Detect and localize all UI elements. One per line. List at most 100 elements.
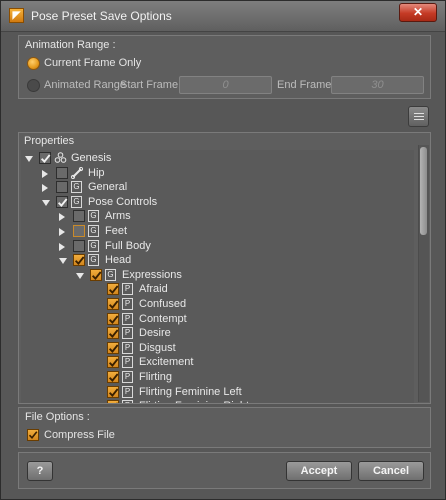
tree-label: Disgust [139, 341, 176, 354]
help-button[interactable]: ? [27, 461, 53, 481]
end-frame-label: End Frame : [277, 79, 338, 91]
tree-row[interactable]: G Expressions [21, 268, 414, 283]
tree-checkbox[interactable] [39, 152, 51, 164]
property-icon: P [122, 385, 133, 398]
tree-label: Pose Controls [88, 195, 158, 208]
cancel-button[interactable]: Cancel [358, 461, 424, 481]
collapse-arrow-icon[interactable] [42, 169, 48, 178]
collapse-arrow-icon[interactable] [59, 228, 65, 236]
tree-checkbox[interactable] [56, 166, 68, 179]
tree-row[interactable]: G Head [21, 254, 414, 268]
help-icon: ? [36, 465, 44, 477]
compress-file-label: Compress File [44, 429, 115, 441]
tree-checkbox[interactable] [73, 225, 85, 237]
current-frame-label: Current Frame Only [44, 57, 142, 69]
tree-row[interactable]: P Flirting Feminine Left [21, 385, 414, 400]
property-icon: P [122, 283, 133, 296]
tree-checkbox[interactable] [73, 210, 85, 223]
options-menu-button[interactable] [408, 106, 429, 127]
tree-row[interactable]: G Pose Controls [21, 195, 414, 210]
tree-label: Feet [105, 225, 128, 237]
tree-row[interactable]: P Flirting Feminine Right [21, 400, 414, 403]
tree-label: Flirting [139, 371, 173, 383]
tree-label: Contempt [139, 312, 187, 325]
tree-checkbox[interactable] [107, 312, 119, 325]
animated-range-label: Animated Range [44, 79, 126, 91]
tree-row[interactable]: P Confused [21, 298, 414, 312]
bone-icon [70, 166, 84, 179]
property-icon: P [122, 371, 133, 383]
close-icon: ✕ [412, 5, 424, 19]
tree-checkbox[interactable] [107, 298, 119, 310]
tree-row[interactable]: P Flirting [21, 371, 414, 385]
tree-label: Genesis [71, 152, 112, 164]
file-options-group: File Options : Compress File [18, 407, 431, 448]
tree-label: Desire [139, 327, 171, 340]
tree-row[interactable]: G General [21, 181, 414, 195]
tree-checkbox[interactable] [107, 327, 119, 340]
tree-checkbox[interactable] [107, 356, 119, 369]
group-icon: G [88, 210, 99, 223]
tree-checkbox[interactable] [107, 385, 119, 398]
accept-button[interactable]: Accept [286, 461, 352, 481]
tree-label: Full Body [105, 239, 151, 252]
collapse-arrow-icon[interactable] [42, 184, 48, 193]
expand-arrow-icon[interactable] [76, 272, 84, 279]
expand-arrow-icon[interactable] [25, 156, 33, 162]
tree-label: Excitement [139, 356, 194, 369]
tree-checkbox[interactable] [56, 181, 68, 194]
tree-label: Hip [88, 166, 105, 179]
tree-checkbox[interactable] [107, 283, 119, 296]
expand-arrow-icon[interactable] [59, 258, 67, 265]
tree-label: Head [105, 254, 132, 267]
tree-row[interactable]: Hip [21, 166, 414, 181]
property-icon: P [122, 298, 133, 310]
compress-file-checkbox[interactable] [27, 429, 39, 441]
tree-checkbox[interactable] [56, 195, 68, 208]
tree-row[interactable]: G Feet [21, 225, 414, 239]
tree-label: General [88, 181, 128, 194]
tree-row[interactable]: G Arms [21, 210, 414, 224]
close-button[interactable]: ✕ [399, 3, 437, 22]
group-icon: G [71, 181, 82, 194]
start-frame-label: Start Frame : [120, 79, 185, 91]
tree-label: Confused [139, 298, 187, 310]
dialog-window: ◤ Pose Preset Save Options ✕ Animation R… [0, 0, 446, 500]
tree-row[interactable]: Genesis [21, 152, 414, 166]
property-icon: P [122, 341, 133, 354]
collapse-arrow-icon[interactable] [59, 242, 65, 251]
tree-checkbox[interactable] [73, 254, 85, 267]
tree-checkbox[interactable] [107, 341, 119, 354]
tree-row[interactable]: P Afraid [21, 283, 414, 297]
current-frame-radio[interactable] [27, 57, 40, 70]
collapse-arrow-icon[interactable] [59, 213, 65, 222]
expand-arrow-icon[interactable] [42, 199, 50, 206]
animated-range-radio[interactable] [27, 79, 40, 92]
end-frame-field[interactable]: 30 [331, 76, 424, 94]
property-icon: P [122, 327, 133, 340]
start-frame-field[interactable]: 0 [179, 76, 272, 94]
group-icon: G [88, 239, 99, 252]
tree-checkbox[interactable] [107, 400, 119, 403]
properties-tree[interactable]: Genesis Hip G General G Pose Controls G Arms G Fe… [21, 150, 414, 403]
tree-row[interactable]: P Desire [21, 327, 414, 341]
property-icon: P [122, 400, 133, 403]
scrollbar-thumb[interactable] [420, 147, 427, 235]
tree-label: Expressions [122, 268, 182, 281]
animation-range-group: Animation Range : Current Frame Only Ani… [18, 35, 431, 99]
properties-title: Properties [24, 135, 75, 147]
tree-row[interactable]: P Excitement [21, 356, 414, 370]
group-icon: G [88, 254, 99, 267]
tree-checkbox[interactable] [90, 268, 102, 281]
tree-row[interactable]: P Disgust [21, 341, 414, 356]
tree-checkbox[interactable] [73, 239, 85, 252]
window-title: Pose Preset Save Options [31, 9, 172, 23]
tree-row[interactable]: P Contempt [21, 312, 414, 327]
group-icon: G [71, 195, 82, 208]
tree-label: Arms [105, 210, 131, 223]
tree-checkbox[interactable] [107, 371, 119, 383]
property-icon: P [122, 312, 133, 325]
tree-label: Afraid [139, 283, 168, 296]
tree-scrollbar[interactable] [418, 145, 429, 402]
tree-row[interactable]: G Full Body [21, 239, 414, 254]
